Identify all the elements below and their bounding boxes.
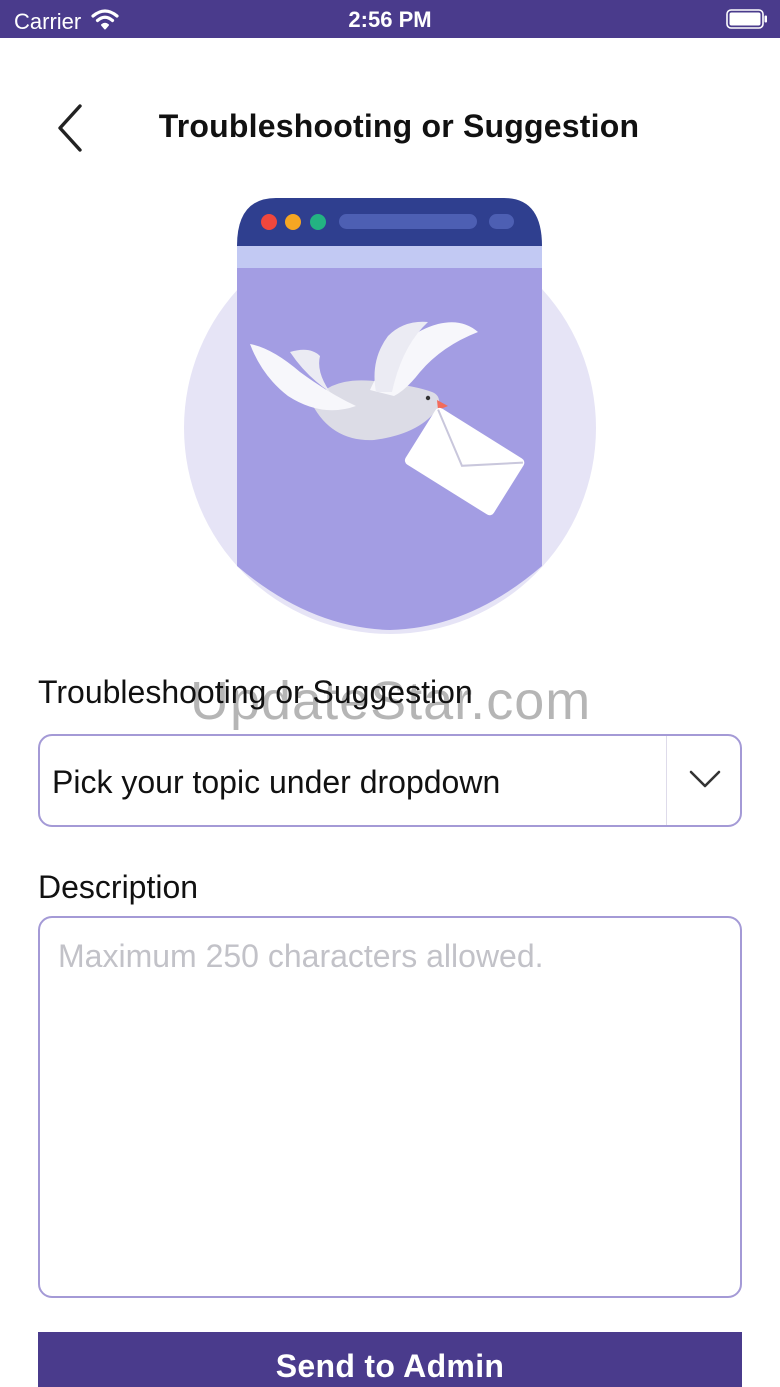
chevron-down-icon[interactable]	[688, 768, 722, 790]
page-title: Troubleshooting or Suggestion	[158, 108, 640, 144]
status-bar: Carrier 2:56 PM	[0, 0, 780, 38]
dove-with-envelope-illustration	[180, 196, 600, 636]
status-time: 2:56 PM	[348, 7, 432, 32]
topic-dropdown[interactable]: Pick your topic under dropdown	[38, 734, 742, 827]
dropdown-divider	[666, 736, 667, 825]
send-to-admin-button[interactable]: Send to Admin	[38, 1332, 742, 1387]
description-textarea[interactable]	[38, 916, 742, 1298]
topic-selected-value: Pick your topic under dropdown	[52, 764, 501, 800]
description-label: Description	[38, 869, 199, 905]
battery-icon	[726, 9, 768, 29]
topic-label: Troubleshooting or Suggestion	[38, 674, 473, 710]
